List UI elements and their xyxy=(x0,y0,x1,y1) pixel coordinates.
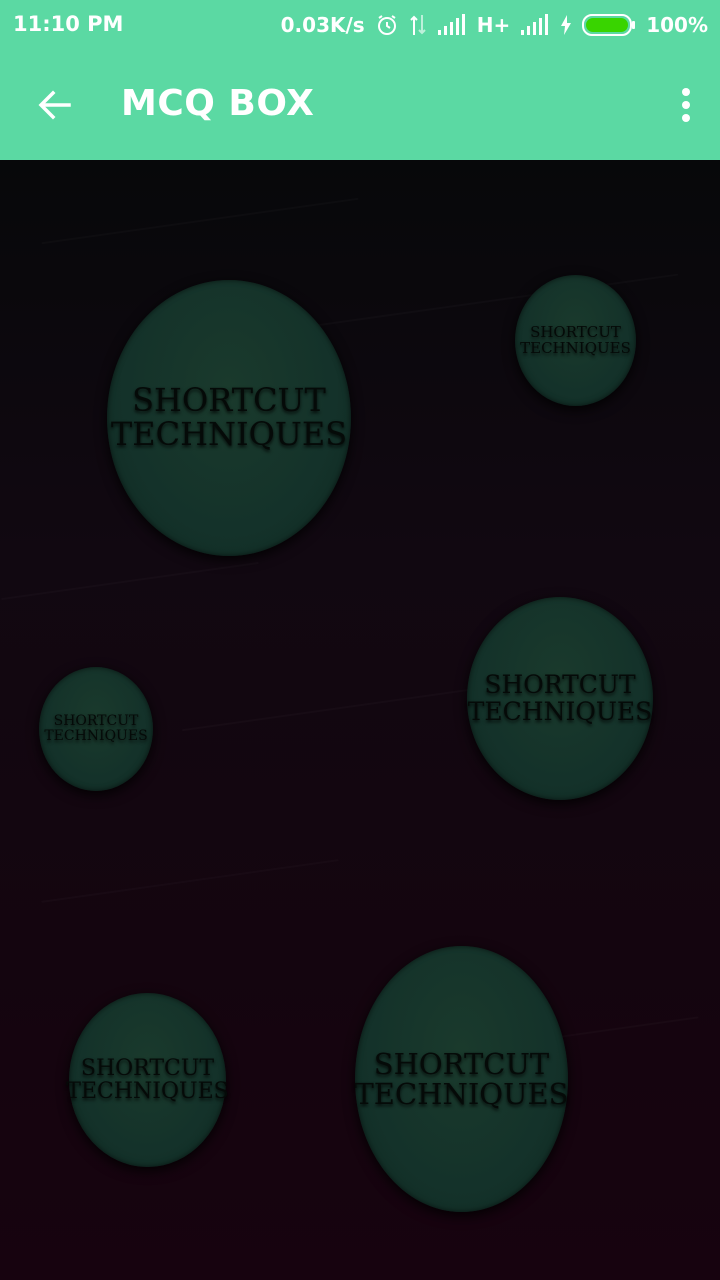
battery-icon xyxy=(582,14,636,36)
bubble-canvas: SHORTCUT TECHNIQUES SHORTCUT TECHNIQUES … xyxy=(0,160,720,1280)
bubble-line-1: SHORTCUT xyxy=(80,1055,215,1081)
arrow-left-icon xyxy=(38,90,71,120)
alarm-icon xyxy=(375,13,399,37)
data-transfer-icon xyxy=(409,13,427,37)
bubble-line-2: TECHNIQUES xyxy=(44,728,148,744)
background-streak xyxy=(1,562,259,600)
bubble-line-2: TECHNIQUES xyxy=(467,696,653,726)
signal-icon xyxy=(437,14,467,36)
shortcut-techniques-bubble[interactable]: SHORTCUT TECHNIQUES xyxy=(39,667,153,791)
background-streak xyxy=(41,859,338,903)
bubble-line-1: SHORTCUT xyxy=(373,1046,550,1081)
shortcut-techniques-bubble[interactable]: SHORTCUT TECHNIQUES xyxy=(354,946,569,1212)
network-speed: 0.03K/s xyxy=(280,13,365,37)
status-time: 11:10 PM xyxy=(13,12,124,36)
bubble-line-1: SHORTCUT xyxy=(53,713,139,730)
shortcut-techniques-bubble[interactable]: SHORTCUT TECHNIQUES xyxy=(66,993,229,1167)
more-vertical-icon xyxy=(682,88,690,122)
status-bar: 11:10 PM 0.03K/s H+ 100% xyxy=(0,0,720,50)
bubble-line-2: TECHNIQUES xyxy=(520,338,631,357)
bubble-line-1: SHORTCUT xyxy=(132,381,326,420)
bubble-line-2: TECHNIQUES xyxy=(66,1079,229,1104)
overflow-menu-button[interactable] xyxy=(666,80,706,130)
battery-level: 100% xyxy=(646,13,708,37)
shortcut-techniques-bubble[interactable]: SHORTCUT TECHNIQUES xyxy=(515,275,636,406)
shortcut-techniques-bubble[interactable]: SHORTCUT TECHNIQUES xyxy=(107,280,351,556)
bubble-line-2: TECHNIQUES xyxy=(110,415,348,453)
app-bar: MCQ BOX xyxy=(0,50,720,160)
charging-icon xyxy=(560,15,572,35)
back-button[interactable] xyxy=(22,72,88,138)
network-type: H+ xyxy=(476,13,511,37)
bubble-line-2: TECHNIQUES xyxy=(354,1077,569,1111)
shortcut-techniques-bubble[interactable]: SHORTCUT TECHNIQUES xyxy=(467,597,653,800)
page-title: MCQ BOX xyxy=(121,83,315,124)
bubble-line-1: SHORTCUT xyxy=(484,670,636,700)
background-streak xyxy=(41,198,358,245)
signal-icon-2 xyxy=(520,14,550,36)
status-icons: 0.03K/s H+ 100% xyxy=(281,12,708,38)
